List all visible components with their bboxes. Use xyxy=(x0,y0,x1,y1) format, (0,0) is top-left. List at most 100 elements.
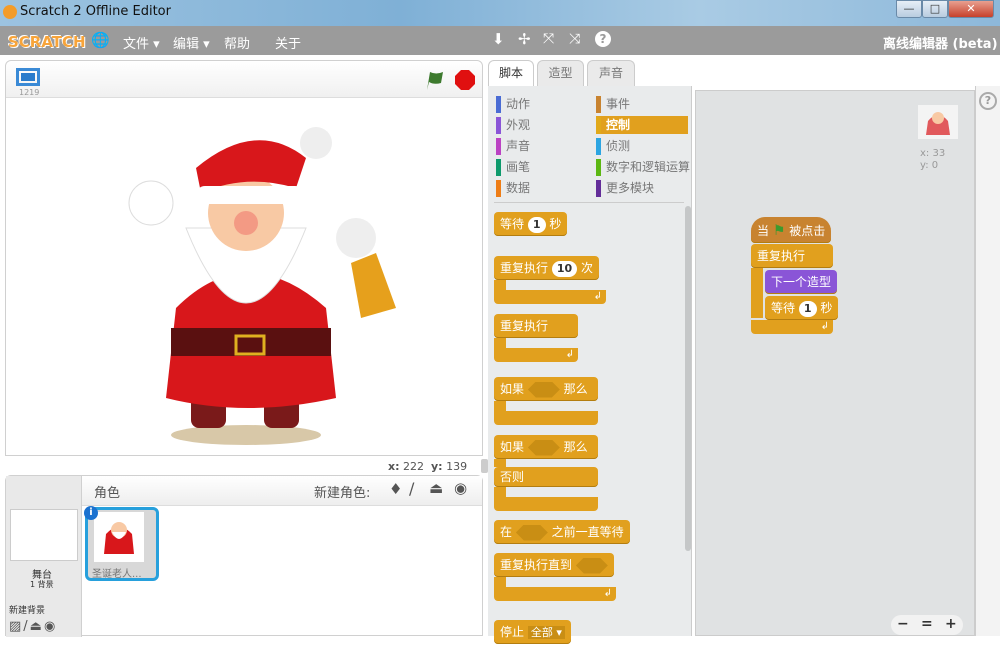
globe-icon[interactable]: 🌐 xyxy=(91,31,110,49)
block-repeat[interactable]: 重复执行 10 次 xyxy=(494,256,599,280)
if-foot xyxy=(494,411,598,425)
else-mouth xyxy=(494,487,506,497)
scratch-cat-icon xyxy=(3,5,17,19)
green-flag-icon[interactable] xyxy=(423,69,445,91)
help-icon[interactable]: ? xyxy=(595,31,611,47)
mouse-x: 222 xyxy=(403,460,424,473)
tips-help-icon[interactable]: ? xyxy=(979,92,997,110)
block-wait-until[interactable]: 在 之前一直等待 xyxy=(494,520,630,544)
duplicate-icon[interactable]: ⬇ xyxy=(492,30,505,48)
current-sprite-thumbnail xyxy=(918,105,958,139)
menu-about[interactable]: 关于 xyxy=(275,33,301,52)
delete-icon[interactable]: ✢ xyxy=(518,30,531,48)
backdrop-count: 1 背景 xyxy=(30,580,54,589)
category-events[interactable]: 事件 xyxy=(596,95,688,113)
sprites-title: 角色 xyxy=(94,486,121,501)
stage-header: 1219 xyxy=(6,61,482,98)
tips-strip: ? xyxy=(975,86,1000,636)
scratch-logo[interactable]: SCRATCH xyxy=(8,33,86,51)
sprite-y: y: 0 xyxy=(920,160,939,171)
sprite-x: x: 33 xyxy=(920,148,946,159)
else-label: 否则 xyxy=(494,467,598,487)
upload-sprite-icon[interactable]: ⏏ xyxy=(429,479,443,497)
category-sound[interactable]: 声音 xyxy=(496,137,588,155)
repeat-mouth xyxy=(494,280,506,290)
script-area[interactable]: x: 33 y: 0 当 ⚑ 被点击 重复执行 下一个造型 等待 1 秒 ↲ −… xyxy=(695,90,975,636)
repeat-until-mouth xyxy=(494,577,506,587)
window-title: Scratch 2 Offline Editor xyxy=(20,4,171,19)
forever-foot: ↲ xyxy=(751,320,833,334)
collapse-stage-handle[interactable] xyxy=(481,459,488,473)
sprite-tile[interactable]: i 圣诞老人... xyxy=(84,506,159,581)
new-backdrop-label: 新建背景 xyxy=(9,606,46,616)
block-forever[interactable]: 重复执行 xyxy=(494,314,578,338)
divider xyxy=(494,202,684,203)
stage-thumbnail[interactable] xyxy=(10,509,78,561)
block-stop[interactable]: 停止 全部 ▾ xyxy=(494,620,571,644)
info-icon[interactable]: i xyxy=(84,506,98,520)
forever-mouth xyxy=(751,268,763,318)
block-palette: 动作 外观 声音 画笔 数据 事件 控制 侦测 数字和逻辑运算 更多模块 等待 … xyxy=(488,86,692,644)
new-sprite-label: 新建角色: xyxy=(314,486,371,501)
stop-icon[interactable] xyxy=(454,69,476,91)
backdrop-tools-icons[interactable]: ▨/⏏◉ xyxy=(9,619,57,634)
category-control[interactable]: 控制 xyxy=(596,116,688,134)
forever-mouth xyxy=(494,338,506,348)
mouse-y: 139 xyxy=(446,460,468,473)
stage-panel: 1219 xyxy=(5,60,483,456)
offline-editor-label: 离线编辑器 (beta) xyxy=(883,37,998,52)
fullscreen-icon[interactable] xyxy=(16,68,40,86)
version-label: 1219 xyxy=(19,88,40,97)
zoom-out-button[interactable]: − xyxy=(897,616,909,632)
stage-canvas[interactable] xyxy=(6,98,482,455)
sprite-panel: 舞台 1 背景 新建背景 ▨/⏏◉ 角色 新建角色: ♦ / ⏏ ◉ i 圣诞老… xyxy=(5,475,483,637)
repeat-until-foot: ↲ xyxy=(494,587,616,601)
santa-sprite[interactable] xyxy=(6,98,482,455)
category-looks[interactable]: 外观 xyxy=(496,116,588,134)
block-if-else[interactable]: 如果 那么 xyxy=(494,435,598,459)
category-pen[interactable]: 画笔 xyxy=(496,158,588,176)
x-label: x: xyxy=(388,460,400,473)
minimize-button[interactable]: — xyxy=(896,0,922,18)
category-more-blocks[interactable]: 更多模块 xyxy=(596,179,688,197)
tab-sounds[interactable]: 声音 xyxy=(587,60,635,87)
palette-scrollbar[interactable] xyxy=(685,206,691,551)
tab-costumes[interactable]: 造型 xyxy=(537,60,584,87)
menu-help[interactable]: 帮助 xyxy=(224,33,250,52)
zoom-in-button[interactable]: + xyxy=(945,616,957,632)
menu-edit[interactable]: 编辑 ▾ xyxy=(173,33,210,52)
sprite-header: 角色 新建角色: ♦ / ⏏ ◉ xyxy=(82,476,482,506)
category-motion[interactable]: 动作 xyxy=(496,95,588,113)
zoom-controls: − = + xyxy=(891,615,963,635)
repeat-foot: ↲ xyxy=(494,290,606,304)
next-costume-block[interactable]: 下一个造型 xyxy=(765,270,838,294)
mouse-coordinates: x: 222 y: 139 xyxy=(388,460,467,473)
shrink-icon[interactable]: ⤨ xyxy=(569,31,580,47)
title-bar: Scratch 2 Offline Editor — □ ✕ xyxy=(0,0,1000,26)
sprite-name: 圣诞老人... xyxy=(92,569,142,580)
sprite-thumbnail xyxy=(94,512,144,562)
wait-block[interactable]: 等待 1 秒 xyxy=(765,296,839,320)
block-wait[interactable]: 等待 1 秒 xyxy=(494,212,568,236)
when-flag-clicked-block[interactable]: 当 ⚑ 被点击 xyxy=(751,217,832,243)
y-label: y: xyxy=(431,460,443,473)
grow-icon[interactable]: ⤧ xyxy=(543,31,554,47)
if-else-mouth xyxy=(494,459,506,467)
block-if[interactable]: 如果 那么 xyxy=(494,377,598,401)
zoom-reset-button[interactable]: = xyxy=(921,616,933,632)
tab-scripts[interactable]: 脚本 xyxy=(488,60,534,88)
forever-block[interactable]: 重复执行 xyxy=(751,244,833,268)
if-mouth xyxy=(494,401,506,411)
block-repeat-until[interactable]: 重复执行直到 xyxy=(494,553,614,577)
category-operators[interactable]: 数字和逻辑运算 xyxy=(596,158,696,176)
menu-file[interactable]: 文件 ▾ xyxy=(123,33,160,52)
camera-icon[interactable]: ◉ xyxy=(454,479,467,497)
paint-sprite-icon[interactable]: / xyxy=(409,479,414,498)
maximize-button[interactable]: □ xyxy=(922,0,948,18)
category-sensing[interactable]: 侦测 xyxy=(596,137,688,155)
category-data[interactable]: 数据 xyxy=(496,179,588,197)
close-button[interactable]: ✕ xyxy=(948,0,994,18)
green-flag-icon: ⚑ xyxy=(772,223,786,239)
if-else-foot xyxy=(494,497,598,511)
sprite-library-icon[interactable]: ♦ xyxy=(389,480,402,498)
